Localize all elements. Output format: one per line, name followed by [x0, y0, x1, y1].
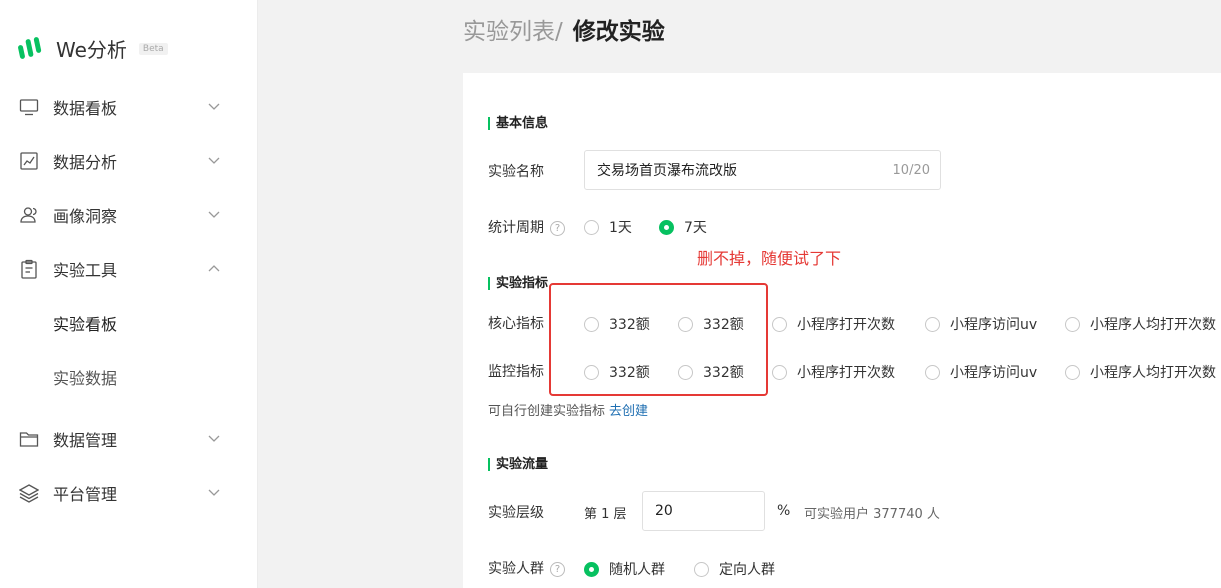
logo-icon — [18, 36, 42, 59]
metrics-hint: 可自行创建实验指标 去创建 — [488, 400, 648, 419]
char-counter: 10/20 — [892, 162, 930, 178]
core-metric-option-5[interactable]: 小程序人均打开次数 — [1065, 314, 1216, 334]
chevron-down-icon — [208, 157, 220, 164]
chevron-down-icon — [208, 211, 220, 218]
period-label-text: 统计周期 — [488, 220, 544, 236]
section-title-metrics: 实验指标 — [488, 277, 548, 290]
page-title: 修改实验 — [572, 19, 665, 45]
sidebar-item-label: 数据看板 — [53, 99, 118, 118]
help-icon[interactable]: ? — [550, 562, 565, 577]
traffic-percent-value: 20 — [655, 503, 673, 519]
radio-label: 7天 — [684, 220, 707, 236]
create-metric-link[interactable]: 去创建 — [609, 404, 648, 419]
sidebar-item-dashboard[interactable]: 数据看板 — [0, 87, 258, 127]
section-title-traffic: 实验流量 — [488, 458, 548, 471]
core-metric-label: 核心指标 — [488, 316, 544, 332]
chevron-up-icon — [208, 265, 220, 272]
sidebar-subitem-label: 实验看板 — [53, 315, 118, 334]
available-users: 可实验用户 377740 人 — [804, 507, 940, 522]
annotation-note: 删不掉，随便试了下 — [697, 249, 842, 268]
sidebar-item-label: 平台管理 — [53, 485, 118, 504]
monitor-metric-label: 监控指标 — [488, 364, 544, 380]
sidebar-subitem-label: 实验数据 — [53, 369, 118, 388]
app-name: We分析 — [56, 38, 127, 62]
monitor-metric-option-3[interactable]: 小程序打开次数 — [772, 362, 895, 382]
sidebar-item-portrait[interactable]: 画像洞察 — [0, 195, 258, 235]
radio-icon — [1065, 316, 1080, 332]
chevron-down-icon — [208, 103, 220, 110]
annotation-highlight-box — [549, 283, 768, 396]
radio-label: 小程序人均打开次数 — [1090, 317, 1216, 333]
sidebar-item-analysis[interactable]: 数据分析 — [0, 141, 258, 181]
audience-label-text: 实验人群 — [488, 561, 544, 577]
experiment-name-value: 交易场首页瀑布流改版 — [597, 163, 737, 179]
period-radio-7day[interactable]: 7天 — [659, 217, 707, 237]
level-label: 实验层级 — [488, 505, 544, 521]
sidebar-item-platform-management[interactable]: 平台管理 — [0, 473, 258, 513]
core-metric-option-3[interactable]: 小程序打开次数 — [772, 314, 895, 334]
radio-label: 定向人群 — [719, 562, 775, 578]
logo[interactable]: We分析 Beta — [18, 34, 168, 63]
radio-checked-icon — [584, 561, 599, 577]
users-icon — [20, 207, 37, 223]
sidebar-subitem-experiment-board[interactable]: 实验看板 — [0, 303, 258, 343]
section-title-basic: 基本信息 — [488, 117, 548, 130]
sidebar-item-experiment-tools[interactable]: 实验工具 — [0, 249, 258, 289]
chevron-down-icon — [208, 489, 220, 496]
radio-label: 1天 — [609, 220, 632, 236]
breadcrumb-parent-link[interactable]: 实验列表 — [463, 12, 555, 46]
sidebar-item-label: 画像洞察 — [53, 207, 118, 226]
sidebar-item-label: 数据管理 — [53, 431, 118, 450]
radio-icon — [772, 316, 787, 332]
radio-checked-icon — [659, 219, 674, 235]
folder-icon — [19, 432, 39, 447]
core-metric-option-4[interactable]: 小程序访问uv — [925, 314, 1037, 334]
experiment-name-input[interactable]: 交易场首页瀑布流改版 10/20 — [584, 150, 941, 190]
radio-label: 小程序访问uv — [950, 317, 1038, 333]
beta-badge: Beta — [138, 42, 168, 55]
radio-icon — [694, 561, 709, 577]
breadcrumb: 实验列表 / 修改实验 — [463, 12, 665, 46]
layers-icon — [19, 484, 39, 503]
sidebar-item-data-management[interactable]: 数据管理 — [0, 419, 258, 459]
radio-icon — [925, 316, 940, 332]
radio-label: 小程序人均打开次数 — [1090, 365, 1216, 381]
radio-icon — [1065, 364, 1080, 380]
sidebar-subitem-experiment-data[interactable]: 实验数据 — [0, 357, 258, 397]
level-value: 第 1 层 — [584, 507, 627, 522]
sidebar-item-label: 数据分析 — [53, 153, 118, 172]
audience-label: 实验人群? — [488, 558, 565, 578]
sidebar-item-label: 实验工具 — [53, 261, 118, 280]
radio-icon — [925, 364, 940, 380]
experiment-name-label: 实验名称 — [488, 164, 544, 180]
percent-unit: % — [777, 503, 791, 519]
radio-label: 小程序打开次数 — [797, 317, 895, 333]
audience-radio-random[interactable]: 随机人群 — [584, 559, 665, 579]
help-icon[interactable]: ? — [550, 221, 565, 236]
monitor-metric-option-4[interactable]: 小程序访问uv — [925, 362, 1037, 382]
breadcrumb-separator: / — [555, 19, 563, 45]
metrics-hint-text: 可自行创建实验指标 — [488, 404, 606, 419]
monitor-metric-option-5[interactable]: 小程序人均打开次数 — [1065, 362, 1216, 382]
audience-radio-targeted[interactable]: 定向人群 — [694, 559, 775, 579]
radio-label: 小程序访问uv — [950, 365, 1038, 381]
traffic-percent-input[interactable]: 20 — [642, 491, 765, 531]
radio-label: 随机人群 — [609, 562, 665, 578]
radio-icon — [584, 219, 599, 235]
period-label: 统计周期? — [488, 217, 565, 237]
sidebar: We分析 Beta 数据看板 数据分析 画像洞察 实验工具 实验看板 实验数据 — [0, 0, 258, 588]
period-radio-1day[interactable]: 1天 — [584, 217, 632, 237]
clipboard-icon — [21, 259, 37, 279]
line-chart-icon — [20, 152, 38, 170]
radio-icon — [772, 364, 787, 380]
radio-label: 小程序打开次数 — [797, 365, 895, 381]
monitor-icon — [19, 99, 39, 116]
chevron-down-icon — [208, 435, 220, 442]
